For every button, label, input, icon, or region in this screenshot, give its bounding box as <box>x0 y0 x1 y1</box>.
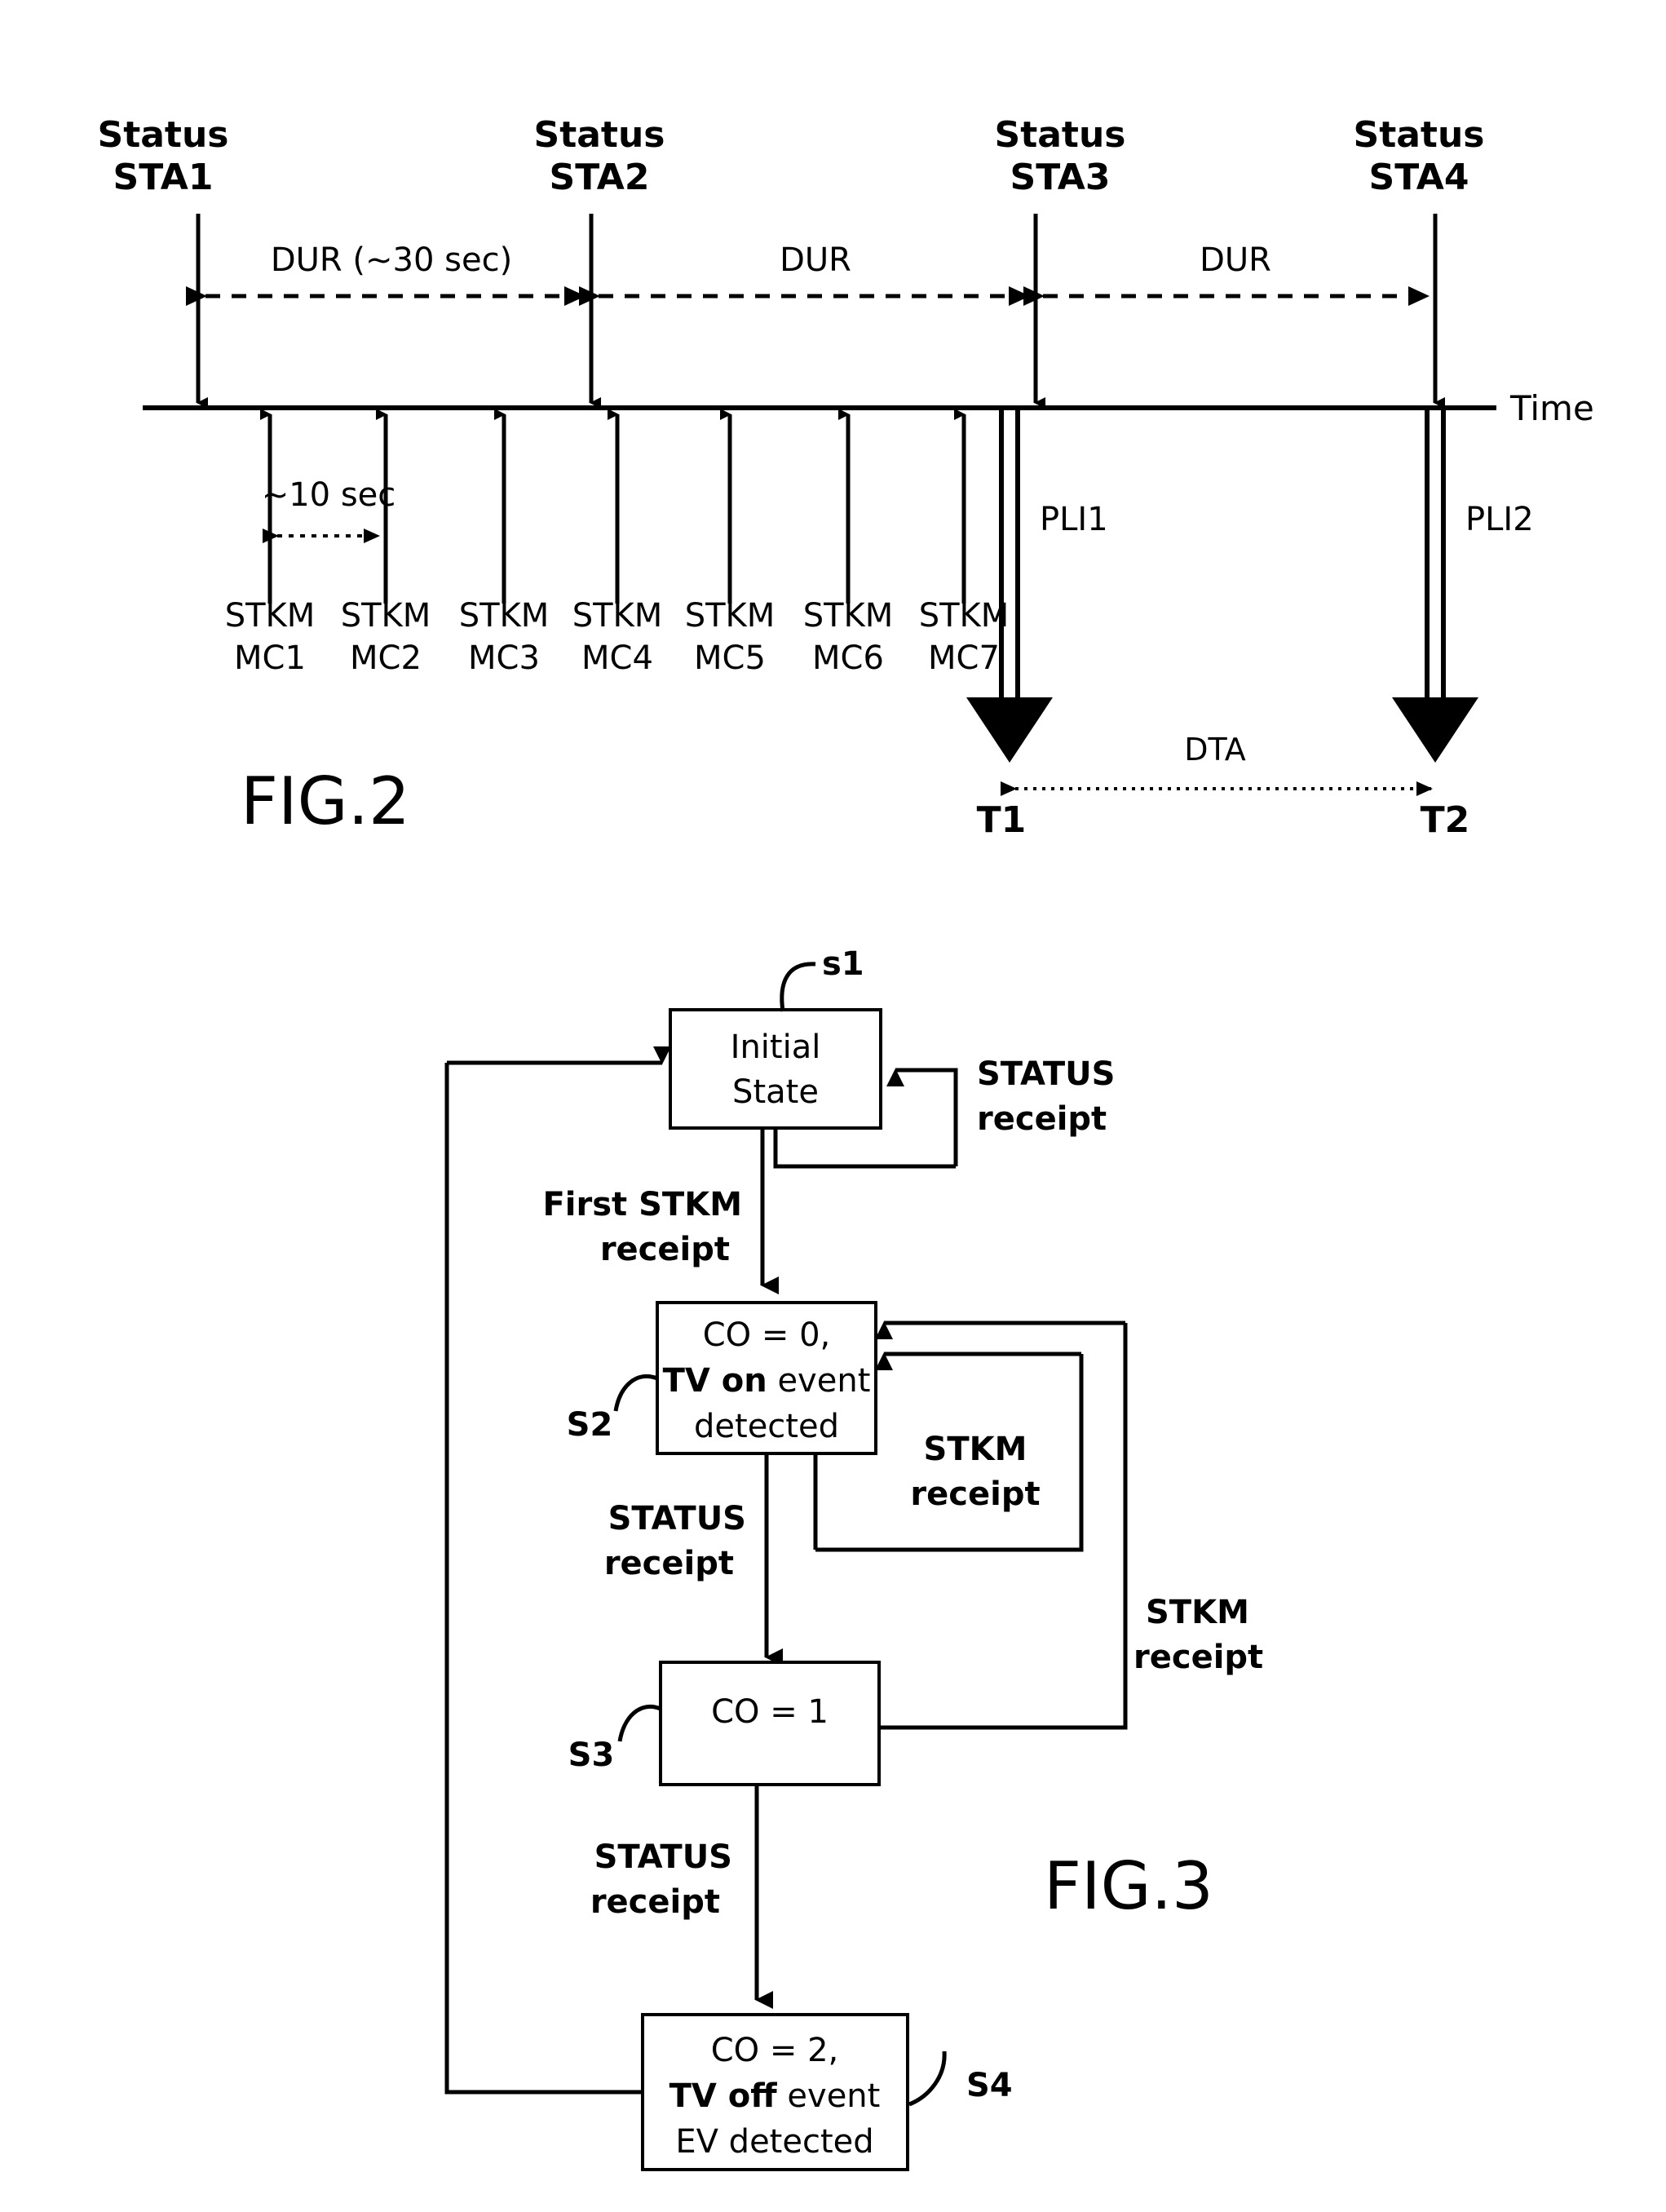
state-s1-line2: State <box>732 1073 819 1111</box>
stkm-label-1: STKM MC1 <box>225 597 316 677</box>
state-s1-line1: Initial <box>731 1029 821 1066</box>
state-s4-line2: TV off event <box>669 2077 881 2115</box>
state-s2-line2: TV on event <box>663 1362 871 1400</box>
status-label-2-line1: Status <box>534 114 665 156</box>
timeline-axis-label: Time <box>1509 388 1594 428</box>
state-s1-ref: s1 <box>822 945 864 983</box>
time-mark-t1: T1 <box>977 799 1027 841</box>
stkm-label-1-line2: MC1 <box>234 639 306 677</box>
stkm-label-6: STKM MC6 <box>803 597 894 677</box>
transition-stkm-receipt-s2-self-line1: STKM <box>924 1431 1027 1468</box>
interval-label: ~10 sec <box>262 476 396 514</box>
status-label-1: Status STA1 <box>98 114 229 198</box>
state-s1-leader <box>780 962 816 1012</box>
stkm-label-4: STKM MC4 <box>572 597 663 677</box>
transition-first-stkm-line1: First STKM <box>542 1186 742 1223</box>
patent-figures-canvas: Status STA1 Status STA2 Status STA3 Stat… <box>98 114 1594 2171</box>
transition-status-s3-s4-line1: STATUS <box>594 1838 732 1876</box>
status-label-3-line1: Status <box>995 114 1126 156</box>
stkm-label-7-line2: MC7 <box>928 639 1000 677</box>
state-s4-leader <box>908 2051 947 2107</box>
pli2-label: PLI2 <box>1465 501 1534 538</box>
transition-stkm-receipt-s3-s2-line2: receipt <box>1133 1639 1263 1676</box>
figure-3-caption: FIG.3 <box>1044 1848 1213 1924</box>
pli1-arrow <box>966 408 1053 763</box>
state-s4-line2-rest: event <box>777 2077 881 2115</box>
transition-stkm-receipt-s3-s2-line1: STKM <box>1146 1594 1249 1631</box>
pli2-arrow <box>1392 408 1478 763</box>
state-s3-ref: S3 <box>568 1736 615 1774</box>
figure-2: Status STA1 Status STA2 Status STA3 Stat… <box>98 114 1594 841</box>
status-label-3-line2: STA3 <box>1010 157 1111 198</box>
dta-label: DTA <box>1184 732 1246 768</box>
stkm-label-2: STKM MC2 <box>341 597 431 677</box>
state-s2-line1: CO = 0, <box>703 1316 831 1354</box>
state-s2-line2-rest: event <box>767 1362 871 1400</box>
stkm-label-7-line1: STKM <box>919 597 1010 635</box>
state-s4-line2-bold: TV off <box>669 2077 778 2115</box>
pli1-label: PLI1 <box>1040 501 1108 538</box>
transition-stkm-receipt-s3-s2 <box>875 1321 1128 1730</box>
figure-page: Status STA1 Status STA2 Status STA3 Stat… <box>0 0 1666 2212</box>
stkm-label-5-line2: MC5 <box>694 639 766 677</box>
transition-first-stkm-line2: receipt <box>600 1231 730 1268</box>
stkm-label-5: STKM MC5 <box>685 597 776 677</box>
status-label-3: Status STA3 <box>995 114 1126 198</box>
status-label-1-line1: Status <box>98 114 229 156</box>
status-label-4-line2: STA4 <box>1369 157 1469 198</box>
status-label-2: Status STA2 <box>534 114 665 198</box>
stkm-label-3-line1: STKM <box>459 597 550 635</box>
state-s3-leader <box>617 1704 661 1742</box>
transition-status-s2-s3-line1: STATUS <box>608 1500 746 1537</box>
stkm-label-7: STKM MC7 <box>919 597 1010 677</box>
state-s2-ref: S2 <box>567 1406 613 1444</box>
stkm-label-3-line2: MC3 <box>468 639 540 677</box>
transition-status-s3-s4-line2: receipt <box>590 1883 720 1921</box>
stkm-label-5-line1: STKM <box>685 597 776 635</box>
transition-status-receipt-self-line2: receipt <box>977 1100 1107 1138</box>
status-label-2-line2: STA2 <box>550 157 650 198</box>
stkm-label-1-line1: STKM <box>225 597 316 635</box>
stkm-label-4-line2: MC4 <box>581 639 653 677</box>
stkm-label-2-line2: MC2 <box>350 639 422 677</box>
status-label-4-line1: Status <box>1354 114 1485 156</box>
time-mark-t2: T2 <box>1421 799 1470 841</box>
state-s2-line2-bold: TV on <box>663 1362 767 1400</box>
dur-label-2: DUR <box>780 241 851 279</box>
transition-status-receipt-self-line1: STATUS <box>977 1055 1115 1093</box>
stkm-label-2-line1: STKM <box>341 597 431 635</box>
stkm-label-4-line1: STKM <box>572 597 663 635</box>
stkm-label-6-line1: STKM <box>803 597 894 635</box>
transition-stkm-receipt-s2-self-line2: receipt <box>910 1475 1040 1513</box>
figure-2-caption: FIG.2 <box>241 763 410 839</box>
dur-label-1: DUR (~30 sec) <box>271 241 512 279</box>
status-label-1-line2: STA1 <box>113 157 214 198</box>
figure-3: Initial State s1 STATUS receipt First ST… <box>444 945 1263 2171</box>
state-s2-leader <box>613 1374 658 1412</box>
state-s4-line1: CO = 2, <box>711 2032 839 2069</box>
state-s2-line3: detected <box>694 1408 839 1445</box>
transition-status-s2-s3-line2: receipt <box>604 1545 734 1582</box>
stkm-label-3: STKM MC3 <box>459 597 550 677</box>
state-s3-line1: CO = 1 <box>711 1693 829 1731</box>
dur-label-3: DUR <box>1200 241 1271 279</box>
stkm-label-6-line2: MC6 <box>812 639 884 677</box>
state-s4-ref: S4 <box>966 2067 1013 2104</box>
state-s4-line3: EV detected <box>675 2123 873 2161</box>
status-label-4: Status STA4 <box>1354 114 1485 198</box>
